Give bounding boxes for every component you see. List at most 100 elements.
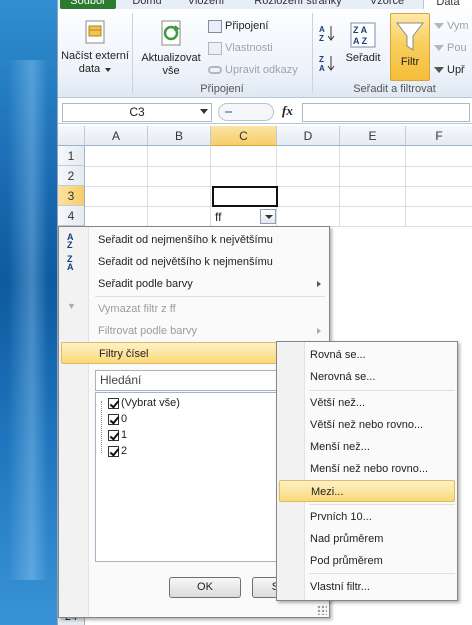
menu-item-less-or-equal[interactable]: Menší než nebo rovno... bbox=[279, 458, 455, 480]
ribbon-tabs: Soubor Domů Vložení Rozložení stránky Vz… bbox=[58, 0, 472, 9]
column-header[interactable]: D bbox=[277, 126, 340, 146]
checkbox-checked-icon bbox=[108, 413, 119, 425]
tab-file[interactable]: Soubor bbox=[60, 0, 116, 9]
database-icon bbox=[85, 20, 105, 44]
sort-descending-label: Seřadit od největšího k nejmenšímu bbox=[98, 256, 273, 268]
value-checkbox[interactable]: 1 bbox=[108, 427, 127, 443]
menu-item-above-average[interactable]: Nad průměrem bbox=[279, 528, 455, 550]
connections-icon bbox=[208, 19, 222, 33]
svg-text:A Z: A Z bbox=[353, 36, 368, 46]
refresh-icon bbox=[161, 20, 181, 46]
funnel-icon bbox=[395, 22, 425, 51]
filter-button[interactable]: Filtr bbox=[390, 13, 430, 81]
properties-button[interactable]: Vlastnosti bbox=[208, 39, 273, 57]
tab-insert[interactable]: Vložení bbox=[180, 0, 232, 9]
tab-formulas[interactable]: Vzorce bbox=[362, 0, 412, 9]
formula-bar: C3 fx bbox=[58, 100, 472, 124]
chevron-down-icon[interactable] bbox=[200, 109, 208, 114]
value-checkbox[interactable]: 0 bbox=[108, 411, 127, 427]
tab-data[interactable]: Data bbox=[423, 0, 472, 9]
clear-filter-item[interactable]: ▼ Vymazat filtr z ff bbox=[61, 298, 327, 320]
menu-item-greater-or-equal[interactable]: Větší než nebo rovno... bbox=[279, 414, 455, 436]
sort-za-icon: ZA bbox=[319, 55, 335, 73]
select-all-checkbox[interactable]: (Vybrat vše) bbox=[108, 395, 180, 411]
formula-input[interactable] bbox=[302, 103, 470, 122]
column-header[interactable]: B bbox=[148, 126, 211, 146]
desktop-background bbox=[0, 0, 57, 625]
group-connections-label: Připojení bbox=[200, 83, 244, 95]
tab-page-layout[interactable]: Rozložení stránky bbox=[242, 0, 354, 9]
clear-filter-icon: ▼ bbox=[67, 301, 76, 311]
formula-controls bbox=[218, 103, 274, 121]
column-header[interactable]: F bbox=[406, 126, 472, 146]
sort-by-color-item[interactable]: Seřadit podle barvy bbox=[61, 273, 327, 295]
menu-item-equals[interactable]: Rovná se... bbox=[279, 344, 455, 366]
sort-by-color-label: Seřadit podle barvy bbox=[98, 278, 193, 290]
insert-function-button[interactable]: fx bbox=[282, 103, 293, 119]
edit-links-button[interactable]: Upravit odkazy bbox=[208, 61, 298, 79]
reapply-button[interactable]: Pou bbox=[434, 39, 467, 57]
autofilter-dropdown-button[interactable] bbox=[260, 209, 276, 224]
svg-text:A: A bbox=[319, 25, 325, 34]
cell-c4[interactable]: ff bbox=[215, 207, 221, 227]
tab-home[interactable]: Domů bbox=[124, 0, 170, 9]
svg-text:Z: Z bbox=[319, 34, 324, 43]
excel-window: Soubor Domů Vložení Rozložení stránky Vz… bbox=[57, 0, 472, 625]
sort-ascending-icon: AZ bbox=[67, 232, 74, 250]
checkbox-checked-icon bbox=[108, 397, 119, 409]
tree-line bbox=[101, 401, 102, 453]
column-header[interactable]: E bbox=[340, 126, 406, 146]
clear-label: Vym bbox=[447, 20, 469, 32]
advanced-filter-icon bbox=[434, 67, 444, 74]
name-box[interactable]: C3 bbox=[62, 103, 212, 122]
edit-links-label: Upravit odkazy bbox=[225, 64, 298, 76]
menu-item-greater-than[interactable]: Větší než... bbox=[279, 392, 455, 414]
row-header[interactable]: 2 bbox=[58, 166, 85, 186]
clear-button[interactable]: Vym bbox=[434, 17, 469, 35]
refresh-all-label: Aktualizovat vše bbox=[141, 52, 201, 77]
row-header[interactable]: 1 bbox=[58, 146, 85, 166]
sort-button[interactable]: Z A A Z Seřadit bbox=[340, 21, 386, 65]
sort-ascending-item[interactable]: AZ Seřadit od nejmenšího k největšímu bbox=[61, 229, 327, 251]
list-item-label: 2 bbox=[121, 445, 128, 457]
column-header-selected[interactable]: C bbox=[211, 126, 277, 146]
advanced-button[interactable]: Upř bbox=[434, 61, 465, 79]
sort-az-button[interactable]: AZ bbox=[318, 23, 336, 45]
list-item-label: 1 bbox=[121, 429, 128, 441]
reapply-label: Pou bbox=[447, 42, 467, 54]
row-header-selected[interactable]: 3 bbox=[58, 186, 85, 206]
svg-text:Z: Z bbox=[319, 55, 324, 64]
sort-az-icon: AZ bbox=[319, 25, 335, 43]
svg-text:A: A bbox=[319, 64, 325, 73]
sort-ascending-label: Seřadit od nejmenšího k největšímu bbox=[98, 234, 273, 246]
links-icon bbox=[208, 66, 222, 75]
column-header[interactable]: A bbox=[85, 126, 148, 146]
menu-item-top-10[interactable]: Prvních 10... bbox=[279, 506, 455, 528]
sort-descending-item[interactable]: ZA Seřadit od největšího k nejmenšímu bbox=[61, 251, 327, 273]
connections-button[interactable]: Připojení bbox=[208, 17, 268, 35]
sort-dialog-icon: Z A A Z bbox=[350, 22, 376, 48]
menu-item-below-average[interactable]: Pod průměrem bbox=[279, 550, 455, 572]
value-checkbox[interactable]: 2 bbox=[108, 443, 127, 459]
properties-label: Vlastnosti bbox=[225, 42, 273, 54]
filter-by-color-item[interactable]: Filtrovat podle barvy bbox=[61, 320, 327, 342]
get-external-data-label: Načíst externí data bbox=[61, 50, 129, 75]
chevron-right-icon bbox=[317, 328, 321, 334]
resize-grip-icon[interactable] bbox=[317, 605, 327, 615]
clear-filter-icon bbox=[434, 23, 444, 30]
number-filters-label: Filtry čísel bbox=[99, 348, 149, 360]
ok-button[interactable]: OK bbox=[169, 577, 241, 598]
menu-item-less-than[interactable]: Menší než... bbox=[279, 436, 455, 458]
properties-icon bbox=[208, 41, 222, 55]
row-header[interactable]: 4 bbox=[58, 206, 85, 226]
menu-item-custom-filter[interactable]: Vlastní filtr... bbox=[279, 576, 455, 598]
select-all-corner[interactable] bbox=[58, 126, 85, 146]
menu-item-between[interactable]: Mezi... bbox=[279, 480, 455, 502]
menu-item-not-equals[interactable]: Nerovná se... bbox=[279, 366, 455, 388]
refresh-all-button[interactable]: Aktualizovat vše bbox=[136, 19, 206, 78]
clear-filter-label: Vymazat filtr z ff bbox=[98, 303, 176, 315]
search-placeholder: Hledání bbox=[100, 373, 142, 387]
active-cell-c3[interactable] bbox=[212, 186, 278, 207]
get-external-data-button[interactable]: Načíst externí data bbox=[60, 19, 130, 76]
sort-za-button[interactable]: ZA bbox=[318, 53, 336, 75]
